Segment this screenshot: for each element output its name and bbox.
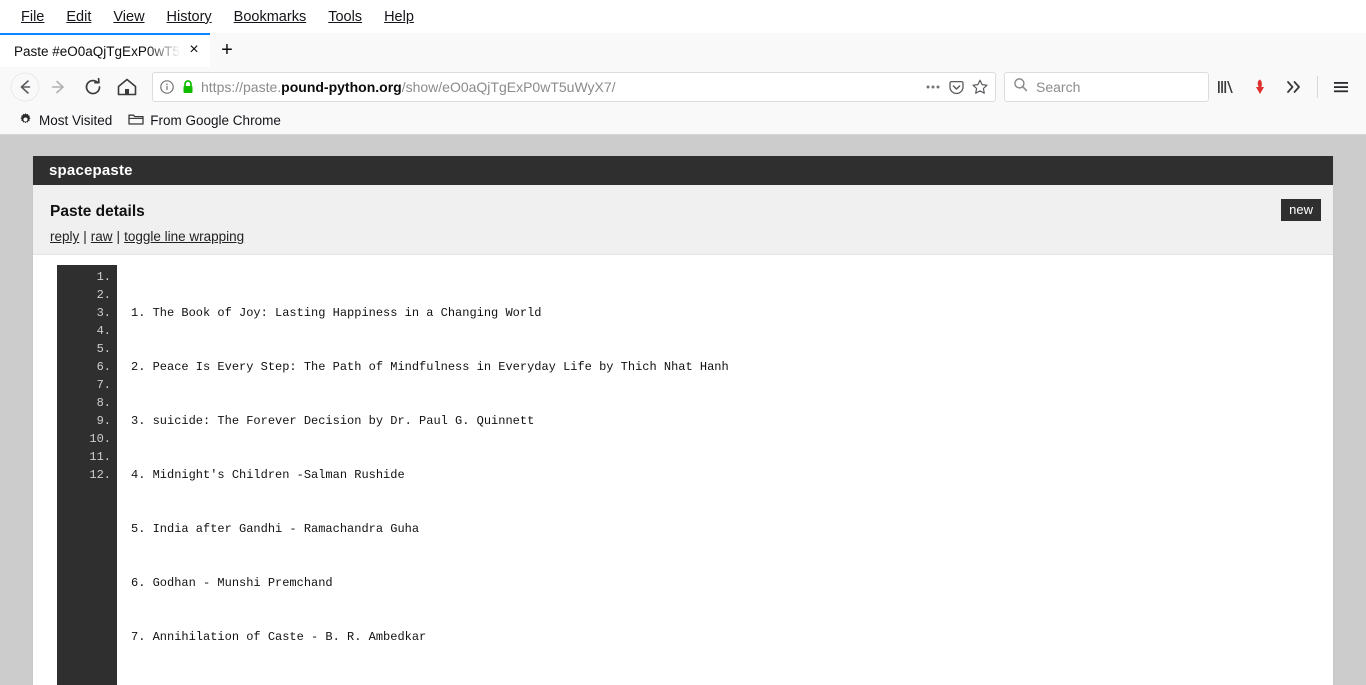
line-number[interactable]: 8. [57, 394, 111, 412]
site-header: spacepaste [33, 156, 1333, 185]
forward-arrow-icon [42, 70, 76, 104]
hamburger-menu-icon[interactable] [1324, 70, 1358, 104]
line-number[interactable]: 6. [57, 358, 111, 376]
line-number[interactable]: 2. [57, 286, 111, 304]
url-host: pound-python.org [281, 79, 402, 95]
menu-history[interactable]: History [156, 5, 223, 29]
site-brand[interactable]: spacepaste [49, 162, 133, 179]
bookmark-from-google-chrome-label: From Google Chrome [150, 113, 281, 128]
line-number[interactable]: 3. [57, 304, 111, 322]
line-number[interactable]: 10. [57, 430, 111, 448]
downloads-icon[interactable] [1243, 70, 1277, 104]
toolbar-divider [1317, 76, 1318, 98]
url-bar[interactable]: https://paste.pound-python.org/show/eO0a… [152, 72, 996, 102]
bookmark-most-visited[interactable]: Most Visited [12, 110, 118, 132]
code-line: 3. suicide: The Forever Decision by Dr. … [131, 412, 1333, 430]
page-title: Paste details [33, 185, 1333, 229]
menu-view[interactable]: View [102, 5, 155, 29]
search-bar[interactable]: Search [1004, 72, 1209, 102]
action-sep-1: | [79, 229, 91, 244]
line-number-gutter: 1. 2. 3. 4. 5. 6. 7. 8. 9. 10. 11. 12. [57, 265, 117, 685]
menu-tools-label: Tools [328, 9, 362, 25]
search-icon [1013, 77, 1028, 97]
search-input[interactable]: Search [1036, 79, 1080, 95]
menu-bookmarks-label: Bookmarks [234, 9, 307, 25]
spacepaste-page: spacepaste new Paste details reply|raw|t… [32, 156, 1334, 685]
menu-bookmarks[interactable]: Bookmarks [223, 5, 318, 29]
page-info-icon[interactable] [159, 79, 175, 95]
url-text[interactable]: https://paste.pound-python.org/show/eO0a… [201, 79, 918, 95]
close-icon[interactable]: × [184, 41, 204, 61]
menu-file-label: File [21, 9, 44, 25]
menu-bar: File Edit View History Bookmarks Tools H… [0, 0, 1366, 33]
tab-active[interactable]: Paste #eO0aQjTgExP0wT5uWyX7 × [0, 33, 210, 67]
action-sep-2: | [113, 229, 125, 244]
overflow-chevrons-icon[interactable] [1277, 70, 1311, 104]
menu-help-label: Help [384, 9, 414, 25]
pocket-icon[interactable] [948, 79, 965, 96]
library-icon[interactable] [1209, 70, 1243, 104]
back-arrow-icon[interactable] [8, 70, 42, 104]
code-line: 1. The Book of Joy: Lasting Happiness in… [131, 304, 1333, 322]
browser-window: File Edit View History Bookmarks Tools H… [0, 0, 1366, 685]
code-line: 5. India after Gandhi - Ramachandra Guha [131, 520, 1333, 538]
code-line: 4. Midnight's Children -Salman Rushide [131, 466, 1333, 484]
line-number[interactable]: 7. [57, 376, 111, 394]
folder-icon [128, 112, 144, 129]
paste-actions: reply|raw|toggle line wrapping [33, 229, 1333, 254]
reply-link[interactable]: reply [50, 229, 79, 244]
url-path: /show/eO0aQjTgExP0wT5uWyX7/ [402, 79, 616, 95]
menu-view-label: View [113, 9, 144, 25]
menu-help[interactable]: Help [373, 5, 425, 29]
line-number[interactable]: 12. [57, 466, 111, 484]
paste-code-panel: 1. 2. 3. 4. 5. 6. 7. 8. 9. 10. 11. 12. [33, 254, 1333, 685]
line-number[interactable]: 11. [57, 448, 111, 466]
url-scheme: https://paste. [201, 79, 281, 95]
navigation-toolbar: https://paste.pound-python.org/show/eO0a… [0, 67, 1366, 107]
line-number[interactable]: 5. [57, 340, 111, 358]
status-badge[interactable]: new [1281, 199, 1321, 221]
menu-file[interactable]: File [10, 5, 55, 29]
bookmark-from-google-chrome[interactable]: From Google Chrome [122, 110, 287, 131]
home-icon[interactable] [110, 70, 144, 104]
code-line: 2. Peace Is Every Step: The Path of Mind… [131, 358, 1333, 376]
code-line: 7. Annihilation of Caste - B. R. Ambedka… [131, 628, 1333, 646]
bookmark-most-visited-label: Most Visited [39, 113, 112, 128]
page-viewport: spacepaste new Paste details reply|raw|t… [0, 135, 1366, 685]
menu-edit[interactable]: Edit [55, 5, 102, 29]
code-line: 6. Godhan - Munshi Premchand [131, 574, 1333, 592]
menu-tools[interactable]: Tools [317, 5, 373, 29]
menu-edit-label: Edit [66, 9, 91, 25]
line-number[interactable]: 1. [57, 268, 111, 286]
star-icon[interactable] [971, 78, 989, 96]
paste-content[interactable]: 1. The Book of Joy: Lasting Happiness in… [117, 265, 1333, 685]
ellipsis-icon[interactable] [924, 79, 942, 95]
tab-title: Paste #eO0aQjTgExP0wT5uWyX7 [14, 44, 184, 59]
page-body: new Paste details reply|raw|toggle line … [33, 185, 1333, 685]
gear-icon [18, 112, 33, 130]
new-tab-icon[interactable]: + [210, 33, 244, 67]
line-number[interactable]: 4. [57, 322, 111, 340]
raw-link[interactable]: raw [91, 229, 113, 244]
bookmarks-bar: Most Visited From Google Chrome [0, 107, 1366, 135]
code-inner: 1. 2. 3. 4. 5. 6. 7. 8. 9. 10. 11. 12. [33, 255, 1333, 685]
reload-icon[interactable] [76, 70, 110, 104]
menu-history-label: History [167, 9, 212, 25]
toolbar-right-group [1209, 70, 1358, 104]
toggle-line-wrapping-link[interactable]: toggle line wrapping [124, 229, 244, 244]
tab-strip: Paste #eO0aQjTgExP0wT5uWyX7 × + [0, 33, 1366, 67]
line-number[interactable]: 9. [57, 412, 111, 430]
padlock-icon[interactable] [181, 79, 195, 95]
